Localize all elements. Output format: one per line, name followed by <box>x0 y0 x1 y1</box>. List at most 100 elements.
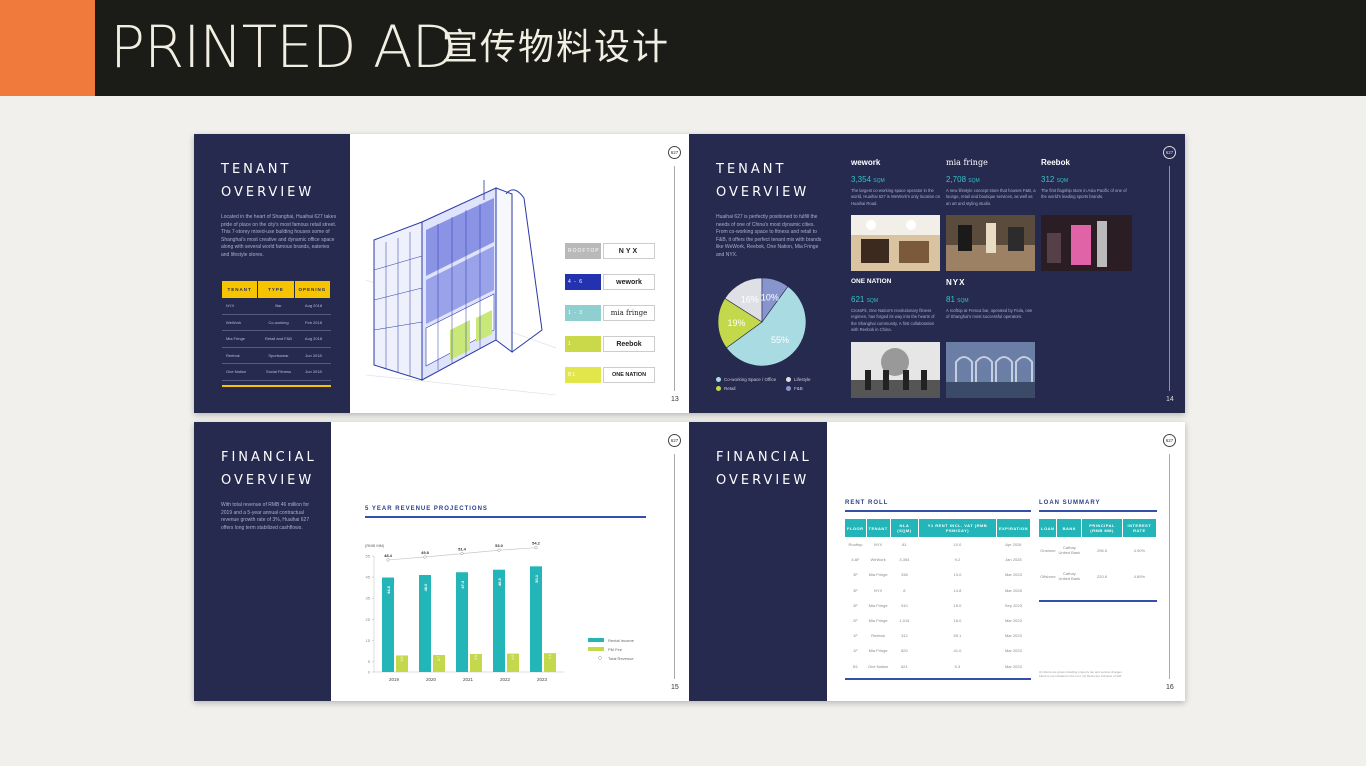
pie-legend-item: Retail <box>716 386 736 392</box>
brand-sqm-wework: 3,354 SQM <box>851 175 885 184</box>
building-badge: 627 <box>1163 146 1176 159</box>
table-cell: 4.89% <box>1133 573 1146 579</box>
legend-label: Lifestyle <box>794 377 811 382</box>
page-number: 13 <box>671 396 679 403</box>
brand-logo-mia-fringe: mia fringe <box>946 158 988 167</box>
building-badge: 627 <box>1163 434 1176 447</box>
table-cell: One Nation <box>868 663 889 669</box>
table-cell: Mar 2023 <box>1004 572 1022 578</box>
table-cell: Mia Fringe <box>868 572 888 578</box>
table-cell: 4.90% <box>1133 547 1146 553</box>
table-cell: 8 <box>903 587 906 593</box>
brand-sqm-value: 312 <box>1041 175 1055 184</box>
brand-desc-nyx: A rooftop at Fresca bar, operated by Fio… <box>946 308 1033 320</box>
table-header-row: LOAN BANK PRINCIPAL (RMB MM) INTEREST RA… <box>1039 519 1158 537</box>
page-number: 14 <box>1166 396 1174 403</box>
page14-margin-rule <box>1169 166 1170 391</box>
tenant-table-header: TENANT TYPE OPENING <box>222 281 331 298</box>
rent-roll-table: FLOOR TENANT NLA (SQM) Y1 RENT INCL. VAT… <box>845 519 1032 674</box>
table-header-cell: TENANT <box>222 281 259 298</box>
x-tick-label: 2019 <box>389 677 400 682</box>
legend-label: PM Fee <box>608 647 623 652</box>
table-cell: Retail and F&B <box>265 336 292 341</box>
table-cell: Mar 2026 <box>1004 587 1022 593</box>
page14-title-line1: TENANT <box>716 162 787 177</box>
brand-sqm-value: 2,708 <box>946 175 967 184</box>
pie-slice-label: 16% <box>741 295 759 305</box>
brand-box-reebok: Reebok <box>603 336 655 352</box>
page14-body-text: Huaihai 627 is perfectly positioned to f… <box>716 214 822 258</box>
table-row: Rooftop NYX 81 10.0 Apr 2026 <box>845 537 1031 552</box>
bar-rental-label: 44.8 <box>386 585 391 594</box>
page16-title-line1: FINANCIAL <box>716 450 812 465</box>
legend-swatch-total <box>598 656 602 660</box>
reebok-store-photo <box>1041 215 1132 271</box>
page14-title-line2: OVERVIEW <box>716 185 810 200</box>
page15-margin-rule <box>674 454 675 679</box>
table-cell: 338 <box>901 572 908 578</box>
table-cell: Bar <box>275 303 282 308</box>
table-cell: Mar 2023 <box>1004 648 1022 654</box>
table-header-cell: PRINCIPAL (RMB MM) <box>1081 519 1123 537</box>
table-cell: Sportswear <box>268 352 289 358</box>
table-row: 4-6F WeWork 3,354 9.2 Jan 2028 <box>845 552 1031 567</box>
page13-body-text: Located in the heart of Shanghai, Huaiha… <box>221 214 337 258</box>
legend-dot <box>716 386 721 392</box>
table-cell: 18.0 <box>953 618 962 624</box>
table-cell: 3F <box>853 587 858 593</box>
floor-tag-1-3: 1 - 3 <box>565 305 601 321</box>
brand-box-one-nation: ONE NATION <box>603 367 655 383</box>
page13-title-line2: OVERVIEW <box>221 185 315 200</box>
brand-sqm-nyx: 81 SQM <box>946 295 969 304</box>
page-number: 16 <box>1166 684 1174 691</box>
total-revenue-point <box>423 555 427 559</box>
total-revenue-point <box>460 552 464 556</box>
table-row: Mia Fringe Retail and F&B Aug 2018 <box>222 331 331 348</box>
legend-label: Total Revenue <box>608 656 634 661</box>
brand-logo-reebok: Reebok <box>1041 158 1070 167</box>
y-tick-label: 0 <box>368 670 371 675</box>
table-cell: Jan 2028 <box>1005 557 1022 563</box>
bar-pm-fee-label: 4.1 <box>548 654 552 659</box>
page13-title-line1: TENANT <box>221 162 292 177</box>
page-number: 15 <box>671 684 679 691</box>
page16-title: FINANCIAL OVERVIEW <box>716 446 812 492</box>
table-cell: Mia Fringe <box>868 648 888 654</box>
legend-label: F&B <box>794 386 803 391</box>
nyx-rooftop-photo <box>946 342 1035 398</box>
tenant-table: TENANT TYPE OPENING NYX Bar Aug 2018 WeWor… <box>222 281 331 387</box>
table-cell: Co-working <box>268 319 289 325</box>
wework-interior-photo <box>851 215 940 271</box>
page13-margin-rule <box>674 166 675 391</box>
pie-legend-item: Lifestyle <box>786 377 811 383</box>
title-english: PRINTED AD <box>110 13 456 81</box>
spread-tenant-overview: TENANT OVERVIEW Located in the heart of … <box>194 134 1185 413</box>
brand-desc-one-nation: CrossFit, One Nation's revolutionary fit… <box>851 308 935 333</box>
table-header-cell: BANK <box>1056 519 1083 537</box>
total-revenue-label: 54.2 <box>532 541 541 546</box>
bar-rental-label: 48.5 <box>497 578 502 587</box>
legend-dot <box>786 377 791 383</box>
table-cell: Mar 2023 <box>1004 618 1022 624</box>
total-revenue-point <box>386 558 390 562</box>
table-cell: 3,354 <box>899 557 910 563</box>
x-tick-label: 2023 <box>537 677 548 682</box>
loan-summary-table: LOAN BANK PRINCIPAL (RMB MM) INTEREST RA… <box>1039 519 1158 589</box>
table-header-cell: Y1 RENT INCL. VAT (RMB PSM/DAY) <box>918 519 997 537</box>
legend-label: Rental Income <box>608 638 635 643</box>
table-cell: 59.1 <box>953 633 962 639</box>
orange-accent-block <box>0 0 95 96</box>
chart-ylabel: (RMB MM) <box>365 543 385 548</box>
table-cell: 296.5 <box>1097 547 1108 553</box>
table-cell: 9.2 <box>954 557 961 563</box>
table-cell: NYX <box>874 587 883 593</box>
table-header-cell: OPENING <box>294 281 331 298</box>
table-cell: 14.8 <box>953 587 962 593</box>
table-cell: 10.0 <box>953 542 962 548</box>
legend-label: Retail <box>724 386 736 391</box>
bar-pm-fee-label: 4.0 <box>511 655 515 660</box>
table-row: 1F Mia Fringe 820 41.0 Mar 2023 <box>845 643 1031 658</box>
one-nation-gym-photo <box>851 342 940 398</box>
table-cell: 621 <box>901 663 908 669</box>
table-cell: 13.0 <box>953 572 962 578</box>
